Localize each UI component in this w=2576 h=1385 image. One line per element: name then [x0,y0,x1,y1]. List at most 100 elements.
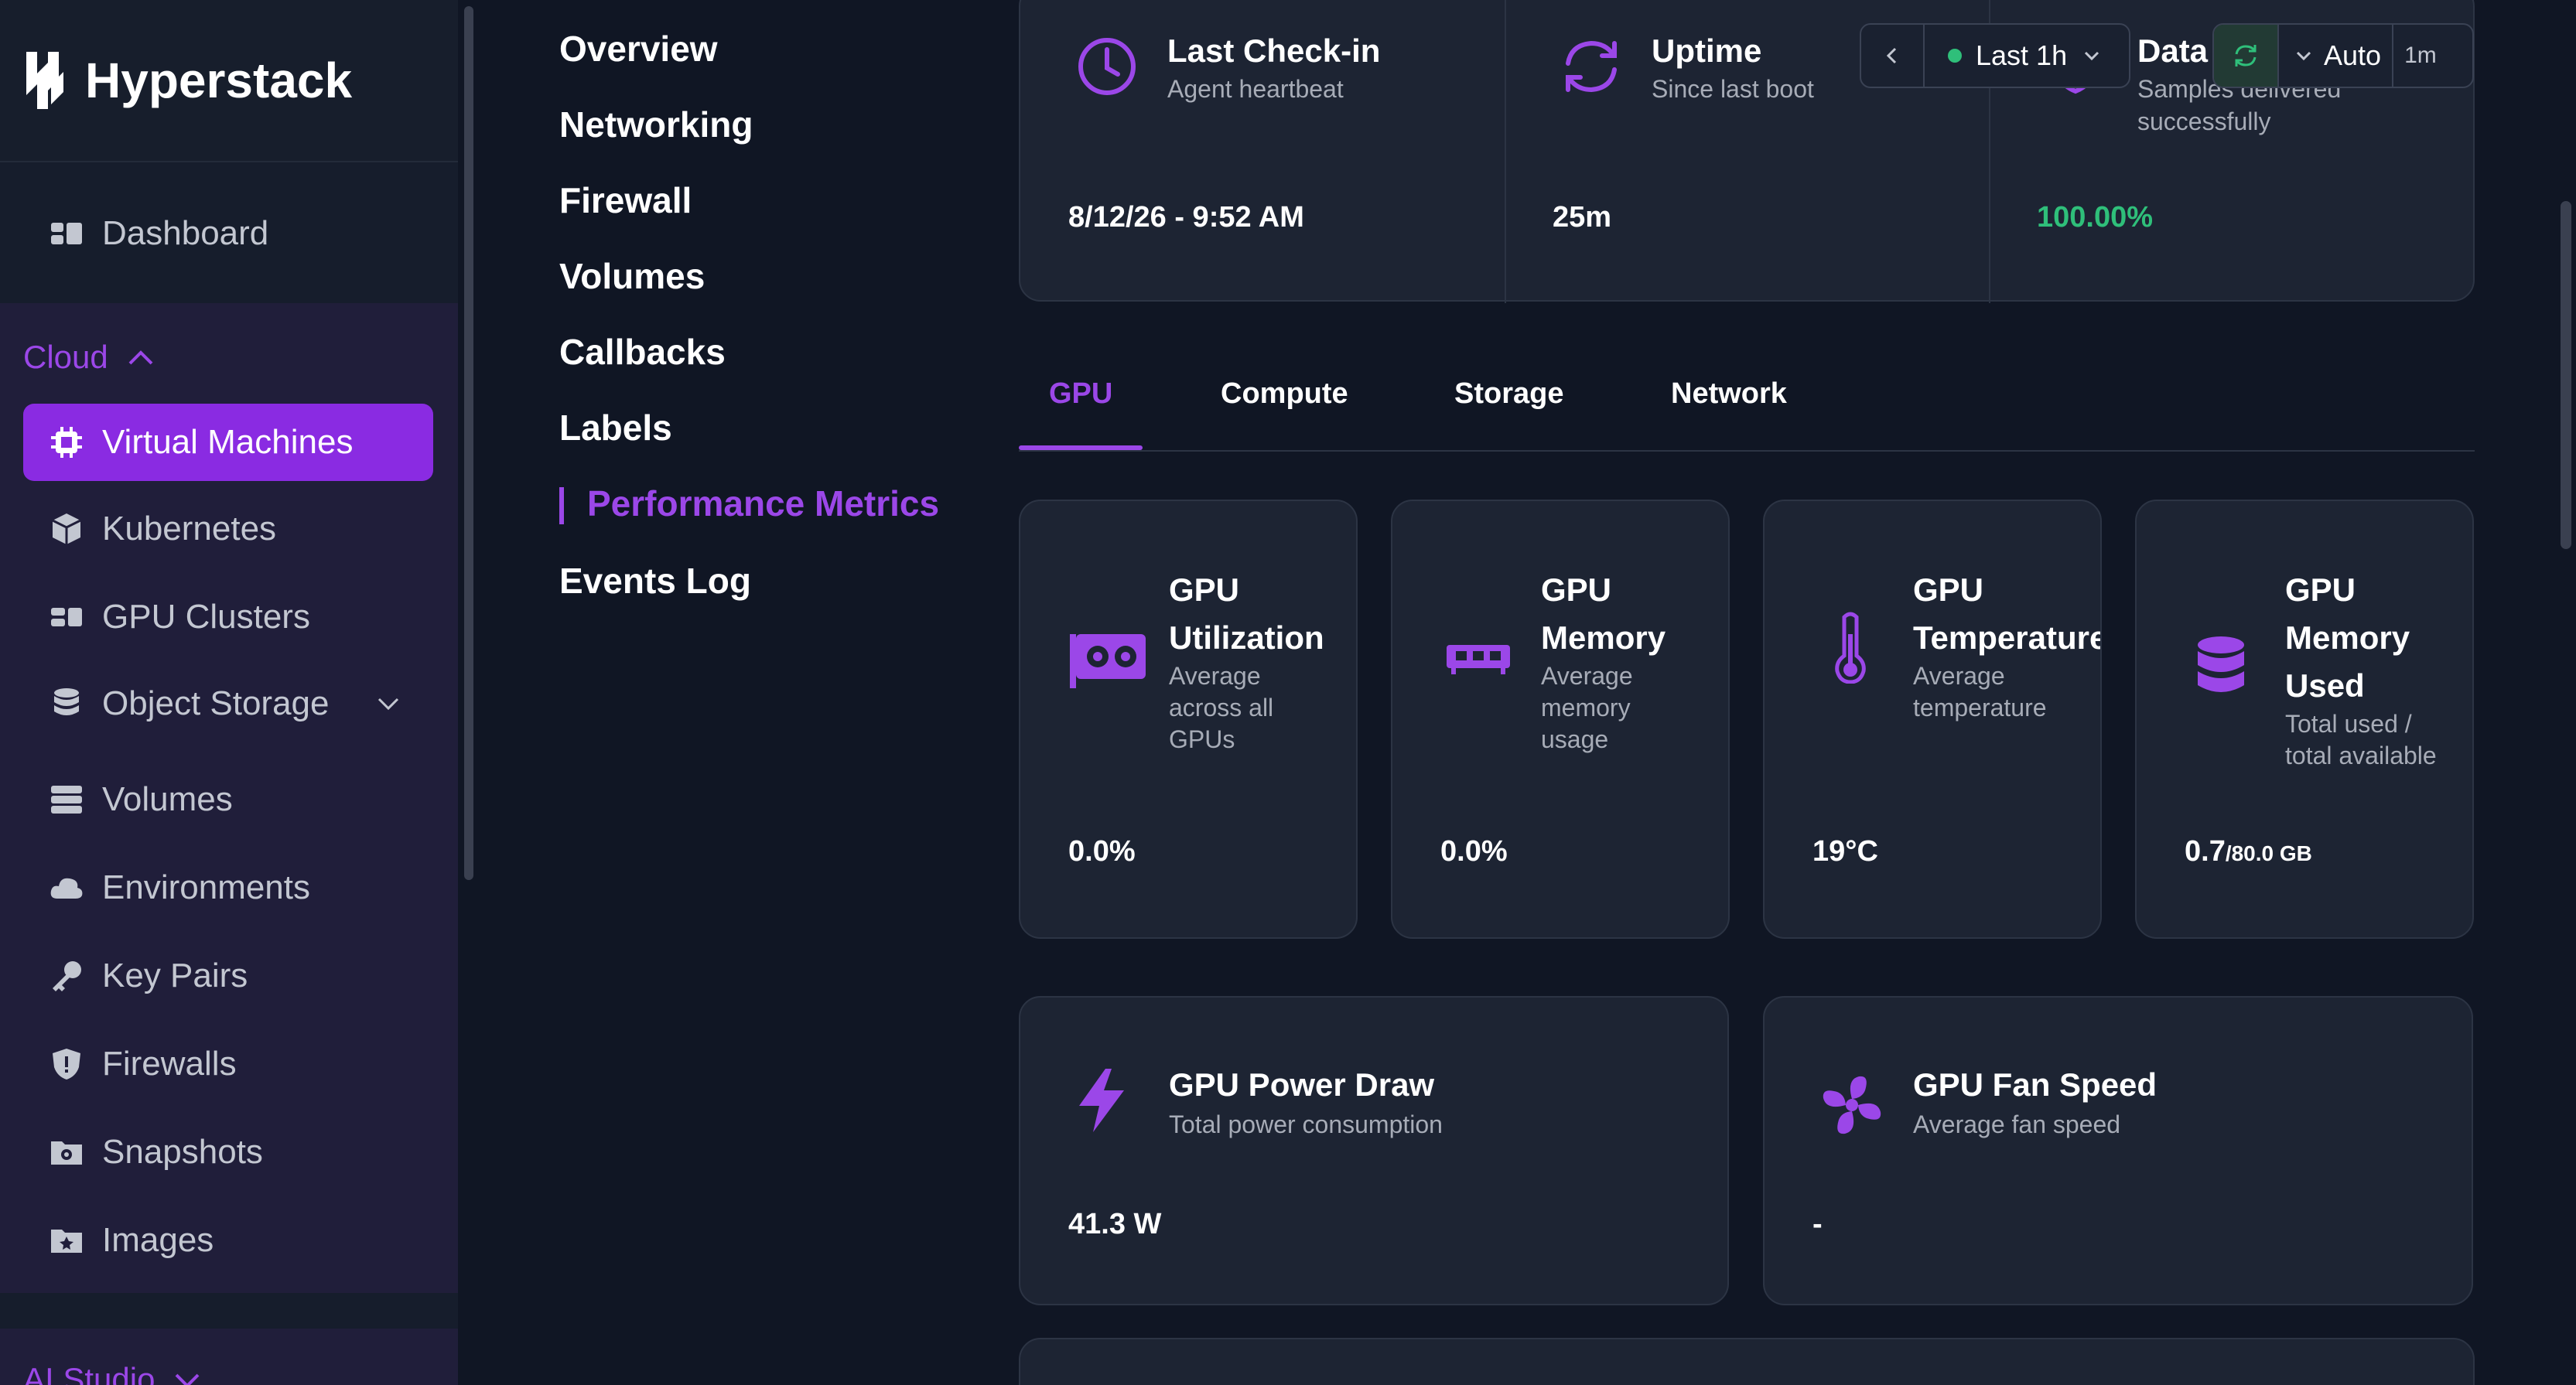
chevron-down-icon[interactable] [374,690,402,718]
cube-icon [52,513,81,544]
metric-subtitle: Average across all GPUs [1169,662,1274,753]
metric-card-gpu-temperature: GPU Temperature Average temperature 19°C [1763,500,2102,939]
metric-title: GPU Utilization [1169,571,1324,656]
metric-card-gpu-utilization: GPU Utilization Average across all GPUs … [1019,500,1358,939]
metric-value: 0.0% [1440,835,1508,868]
live-status-dot [1948,49,1962,63]
metric-value: - [1812,1208,1823,1240]
uptime-subtitle: Since last boot [1652,75,1814,103]
sidebar-item-virtual-machines[interactable]: Virtual Machines [23,404,433,481]
refresh-now-button[interactable] [2214,25,2279,87]
sidebar-item-firewalls[interactable]: Firewalls [23,1025,433,1103]
sidebar-item-label: Environments [102,868,311,906]
chevron-down-icon [176,1373,200,1385]
database-icon [54,688,79,715]
subnav-callbacks[interactable]: Callbacks [559,331,726,373]
subnav-firewall[interactable]: Firewall [559,179,692,221]
subnav-events-log[interactable]: Events Log [559,560,751,602]
key-icon [53,961,81,991]
metric-value: 0.7/80.0 GB [2185,835,2312,868]
chevron-left-icon [1886,47,1897,64]
snapshot-icon [51,1141,82,1165]
sidebar-scrollbar[interactable] [464,6,473,880]
shield-icon [53,1049,80,1080]
summary-divider [1505,0,1506,303]
tab-storage[interactable]: Storage [1454,377,1563,411]
checkin-value: 8/12/26 - 9:52 AM [1068,201,1304,234]
sidebar-item-environments[interactable]: Environments [23,849,433,926]
previous-range-button[interactable] [1861,25,1925,87]
sidebar-item-object-storage[interactable]: Object Storage [23,665,433,742]
metric-card-gpu-memory: GPU Memory Average memory usage 0.0% [1391,500,1730,939]
sidebar-item-images[interactable]: Images [23,1202,433,1279]
chevron-up-icon [128,350,153,365]
subnav-labels[interactable]: Labels [559,407,672,449]
refresh-interval[interactable]: 1m [2393,43,2437,69]
volumes-icon [51,786,82,814]
subnav-performance-metrics[interactable]: Performance Metrics [587,483,939,524]
ai-studio-header[interactable]: AI Studio [23,1361,203,1385]
lightning-icon [1079,1069,1124,1132]
sidebar-item-label: Volumes [102,780,233,818]
sidebar-item-label: Images [102,1221,214,1259]
sidebar-item-kubernetes[interactable]: Kubernetes [23,490,433,568]
cloud-section-header[interactable]: Cloud [23,339,156,376]
tab-network[interactable]: Network [1671,377,1787,411]
checkin-title: Last Check-in [1167,32,1381,69]
refresh-control: Auto 1m [2212,23,2474,88]
metric-subtitle: Average temperature [1913,662,2047,721]
metric-title: GPU Memory [1541,571,1666,656]
metric-value: 41.3 W [1068,1208,1162,1240]
gpu-card-icon [1070,634,1146,688]
range-select[interactable]: Last 1h [1925,39,2103,72]
sidebar-item-gpu-clusters[interactable]: GPU Clusters [23,578,433,656]
metric-value-unit: /80.0 GB [2225,841,2312,865]
sidebar-item-snapshots[interactable]: Snapshots [23,1114,433,1191]
metric-subtitle: Total used / total available [2285,710,2437,769]
data-title: Data [2137,32,2209,69]
subnav-networking[interactable]: Networking [559,104,753,145]
main-scrollbar[interactable] [2561,201,2571,549]
sidebar-item-dashboard[interactable]: Dashboard [23,195,433,272]
cloud-icon [50,878,83,899]
tab-divider [1019,450,2475,452]
range-label: Last 1h [1976,39,2068,71]
metric-title: GPU Fan Speed [1913,1066,2157,1103]
chevron-down-icon [2085,51,2099,61]
metric-subtitle: Total power consumption [1169,1110,1443,1138]
chevron-down-icon [2296,51,2311,61]
metric-card-gpu-fan-speed: GPU Fan Speed Average fan speed - [1763,996,2473,1305]
sidebar-item-label: Object Storage [102,684,330,722]
metric-value: 0.0% [1068,835,1136,868]
database-icon [2198,636,2244,692]
metric-title: GPU Memory Used [2285,571,2410,704]
hyperstack-logo-icon [26,52,63,109]
tab-gpu[interactable]: GPU [1049,377,1112,411]
subnav-overview[interactable]: Overview [559,28,718,70]
dashboard-icon [51,223,82,244]
uptime-value: 25m [1553,201,1612,234]
data-value: 100.00% [2037,201,2154,234]
sidebar-item-label: Kubernetes [102,510,277,548]
time-range-control: Last 1h [1860,23,2130,88]
refresh-mode-label: Auto [2324,39,2382,71]
tab-compute[interactable]: Compute [1221,377,1348,411]
sidebar-item-label: Virtual Machines [102,423,354,461]
sidebar-item-volumes[interactable]: Volumes [23,761,433,838]
refresh-mode-select[interactable]: Auto [2279,25,2394,87]
metric-card-gpu-memory-used: GPU Memory Used Total used / total avail… [2135,500,2474,939]
sidebar-item-key-pairs[interactable]: Key Pairs [23,937,433,1015]
refresh-icon [1566,40,1617,93]
checkin-subtitle: Agent heartbeat [1167,75,1344,103]
refresh-interval-label: 1m [2404,43,2437,68]
cloud-section-label: Cloud [23,339,108,375]
thermometer-icon [1835,612,1866,684]
metric-subtitle: Average fan speed [1913,1110,2121,1138]
brand-name: Hyperstack [85,53,353,108]
subnav-volumes[interactable]: Volumes [559,255,705,297]
metric-title: GPU Power Draw [1169,1066,1435,1103]
brand-logo[interactable]: Hyperstack [0,0,458,162]
metric-title: GPU Temperature [1913,571,2102,656]
sidebar-item-label: Dashboard [102,214,269,252]
fan-icon [1823,1076,1881,1134]
